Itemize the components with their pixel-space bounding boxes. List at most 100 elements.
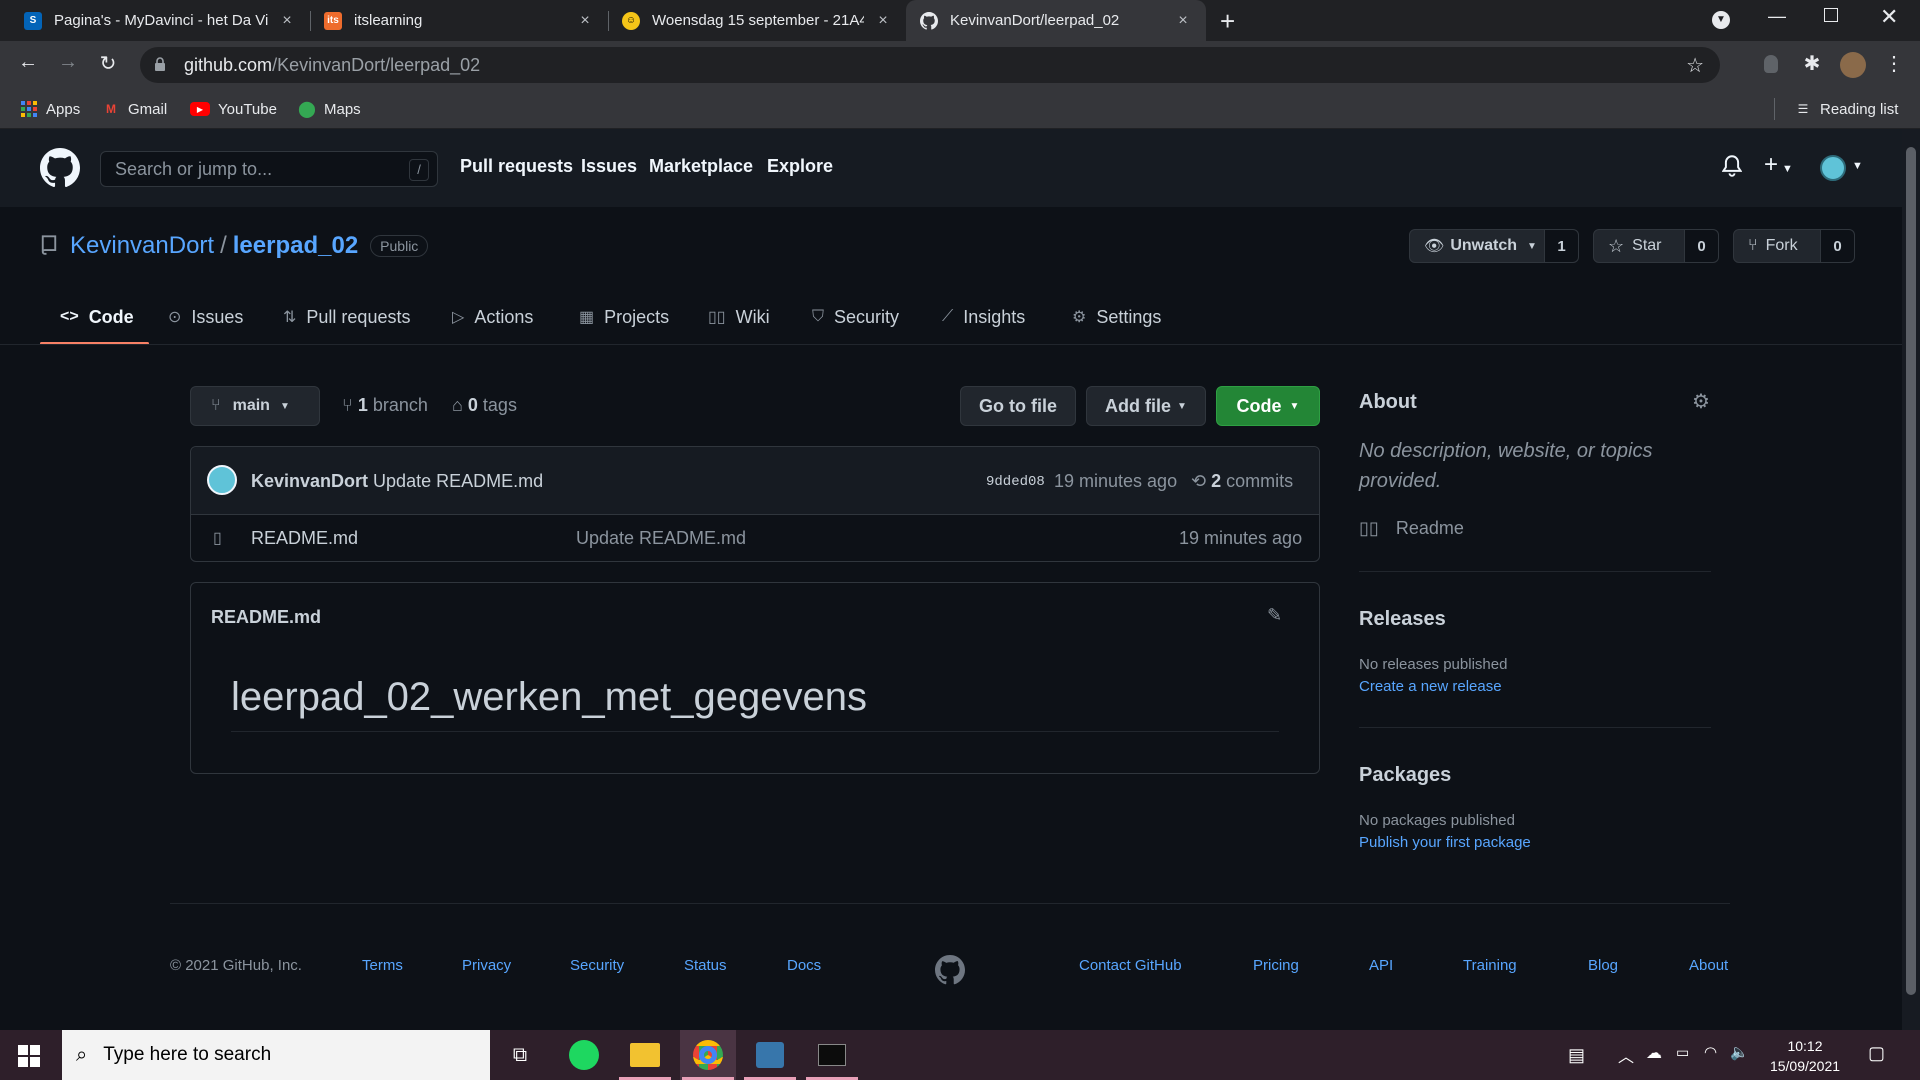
- volume-icon[interactable]: 🔈: [1730, 1043, 1749, 1061]
- tab-settings[interactable]: ⚙ Settings: [1072, 292, 1161, 342]
- browser-tab-active[interactable]: KevinvanDort/leerpad_02 ×: [906, 0, 1206, 41]
- star-button[interactable]: ☆ Star: [1593, 229, 1685, 263]
- branch-select-button[interactable]: ⑂ main ▼: [190, 386, 320, 426]
- minimize-icon[interactable]: —: [1768, 6, 1786, 27]
- bookmark-gmail[interactable]: M Gmail: [102, 89, 167, 129]
- code-dropdown-button[interactable]: Code ▼: [1216, 386, 1320, 426]
- terminal-icon[interactable]: [804, 1030, 860, 1080]
- footer-link-contact[interactable]: Contact GitHub: [1079, 957, 1182, 974]
- puzzle-extensions-icon[interactable]: ✱: [1798, 51, 1826, 76]
- wifi-icon[interactable]: ◠: [1704, 1043, 1717, 1061]
- back-icon[interactable]: ←: [14, 51, 42, 74]
- tab-insights[interactable]: ⟋ Insights: [942, 292, 1025, 342]
- bookmark-maps[interactable]: ⬤ Maps: [298, 89, 361, 129]
- taskbar-search-input[interactable]: ⌕ Type here to search: [62, 1030, 490, 1080]
- close-icon[interactable]: ×: [1174, 12, 1192, 30]
- footer-link-pricing[interactable]: Pricing: [1253, 957, 1299, 974]
- bookmark-apps[interactable]: Apps: [20, 89, 80, 129]
- packages-title[interactable]: Packages: [1359, 764, 1451, 787]
- battery-icon[interactable]: ▭: [1676, 1044, 1689, 1061]
- user-avatar[interactable]: [1820, 155, 1846, 181]
- nav-marketplace[interactable]: Marketplace: [649, 156, 753, 177]
- create-new-plus-icon[interactable]: + ▼: [1764, 151, 1793, 179]
- tags-link[interactable]: ⌂ 0 tags: [452, 395, 517, 416]
- restore-icon[interactable]: [1824, 8, 1838, 22]
- notifications-icon[interactable]: ▢: [1868, 1043, 1885, 1064]
- gear-icon[interactable]: ⚙: [1692, 389, 1710, 414]
- tab-pull-requests[interactable]: ⇅ Pull requests: [283, 292, 410, 342]
- add-file-button[interactable]: Add file ▼: [1086, 386, 1206, 426]
- window-close-icon[interactable]: ✕: [1880, 4, 1898, 30]
- file-commit-message-link[interactable]: Update README.md: [576, 528, 746, 549]
- tab-actions[interactable]: ▷ Actions: [452, 292, 533, 342]
- bookmark-youtube[interactable]: ▶ YouTube: [190, 89, 277, 129]
- profile-avatar[interactable]: [1840, 52, 1866, 78]
- reload-icon[interactable]: ↻: [94, 51, 122, 76]
- task-view-icon[interactable]: ⧉: [492, 1030, 548, 1080]
- tab-code[interactable]: <> Code: [60, 292, 134, 342]
- chevron-up-icon[interactable]: ︿: [1618, 1043, 1634, 1067]
- commit-author-avatar[interactable]: [207, 465, 237, 495]
- footer-link-security[interactable]: Security: [570, 957, 624, 974]
- fork-button[interactable]: ⑂ Fork: [1733, 229, 1821, 263]
- footer-link-terms[interactable]: Terms: [362, 957, 403, 974]
- github-logo-icon[interactable]: [935, 955, 965, 990]
- extension-icon[interactable]: [1764, 55, 1778, 73]
- go-to-file-button[interactable]: Go to file: [960, 386, 1076, 426]
- taskbar-clock[interactable]: 10:12 15/09/2021: [1768, 1036, 1842, 1076]
- browser-tab[interactable]: its itslearning ×: [310, 0, 608, 41]
- watch-count[interactable]: 1: [1545, 229, 1579, 263]
- commit-author-link[interactable]: KevinvanDort: [251, 471, 368, 491]
- news-widget-icon[interactable]: ▤: [1568, 1045, 1585, 1066]
- reading-list-button[interactable]: ☰ Reading list: [1794, 89, 1899, 129]
- commits-history-link[interactable]: ⟲ 2 commits: [1191, 471, 1293, 492]
- chevron-down-icon[interactable]: ▼: [1852, 160, 1863, 172]
- footer-link-api[interactable]: API: [1369, 957, 1393, 974]
- chrome-icon[interactable]: [680, 1030, 736, 1080]
- close-icon[interactable]: ×: [874, 12, 892, 30]
- windows-start-icon[interactable]: [18, 1045, 40, 1072]
- github-search-input[interactable]: Search or jump to... /: [100, 151, 438, 187]
- address-bar[interactable]: github.com/KevinvanDort/leerpad_02 ☆: [140, 47, 1720, 83]
- file-name-link[interactable]: README.md: [251, 528, 358, 549]
- footer-link-about[interactable]: About: [1689, 957, 1728, 974]
- browser-tab[interactable]: ☺ Woensdag 15 september - 21A4 ×: [608, 0, 906, 41]
- scrollbar-thumb[interactable]: [1906, 147, 1916, 995]
- spotify-icon[interactable]: [556, 1030, 612, 1080]
- releases-title[interactable]: Releases: [1359, 608, 1446, 631]
- footer-link-status[interactable]: Status: [684, 957, 727, 974]
- bell-icon[interactable]: [1721, 155, 1743, 183]
- nav-pull-requests[interactable]: Pull requests: [460, 156, 573, 177]
- footer-link-training[interactable]: Training: [1463, 957, 1517, 974]
- tab-wiki[interactable]: ▯▯ Wiki: [708, 292, 770, 342]
- branches-link[interactable]: ⑂ 1 branch: [342, 395, 428, 416]
- footer-link-blog[interactable]: Blog: [1588, 957, 1618, 974]
- menu-kebab-icon[interactable]: ⋮: [1880, 51, 1908, 76]
- browser-tab[interactable]: S Pagina's - MyDavinci - het Da Vinci ×: [10, 0, 310, 41]
- tab-projects[interactable]: ▦ Projects: [579, 292, 669, 342]
- unwatch-button[interactable]: 👁 Unwatch ▼: [1409, 229, 1545, 263]
- repo-owner-link[interactable]: KevinvanDort: [70, 232, 214, 260]
- fork-count[interactable]: 0: [1821, 229, 1855, 263]
- footer-link-privacy[interactable]: Privacy: [462, 957, 511, 974]
- publish-package-link[interactable]: Publish your first package: [1359, 834, 1531, 851]
- page-scrollbar[interactable]: [1902, 129, 1920, 1030]
- readme-link[interactable]: ▯▯ Readme: [1359, 518, 1464, 539]
- onedrive-cloud-icon[interactable]: ☁: [1646, 1043, 1662, 1063]
- python-icon[interactable]: [742, 1030, 798, 1080]
- commit-sha-link[interactable]: 9dded08: [986, 474, 1045, 490]
- footer-link-docs[interactable]: Docs: [787, 957, 821, 974]
- bookmark-star-icon[interactable]: ☆: [1686, 53, 1704, 78]
- close-icon[interactable]: ×: [278, 12, 296, 30]
- nav-issues[interactable]: Issues: [581, 156, 637, 177]
- new-tab-button[interactable]: +: [1220, 6, 1235, 37]
- star-count[interactable]: 0: [1685, 229, 1719, 263]
- file-explorer-icon[interactable]: [617, 1030, 673, 1080]
- create-release-link[interactable]: Create a new release: [1359, 678, 1502, 695]
- repo-name-link[interactable]: leerpad_02: [233, 232, 358, 260]
- pencil-edit-icon[interactable]: ✎: [1267, 605, 1282, 626]
- tab-issues[interactable]: ⊙ Issues: [168, 292, 243, 342]
- github-logo-icon[interactable]: [40, 148, 80, 193]
- nav-explore[interactable]: Explore: [767, 156, 833, 177]
- close-icon[interactable]: ×: [576, 12, 594, 30]
